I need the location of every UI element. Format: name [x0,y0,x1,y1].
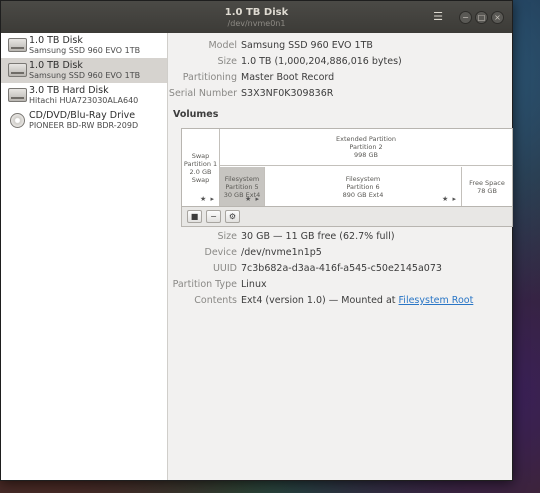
partition-size: 78 GB [477,186,497,195]
partition-size-value: 30 GB — 11 GB free (62.7% full) [241,231,395,242]
serial-value: S3X3NF0K309836R [241,88,334,99]
optical-disc-icon [10,113,25,128]
volume-toolbar: ■ − ⚙ [181,207,513,227]
uuid-row: UUID 7c3b682a-d3aa-416f-a545-c50e2145a07… [169,263,509,276]
partition-number: Partition 6 [346,182,380,191]
partition-size: 998 GB [354,151,378,159]
partition-type: Swap [191,151,210,160]
drive-model: Hitachi HUA723030ALA640 [29,96,139,105]
drive-name: 1.0 TB Disk [29,60,83,71]
volume-map: Swap Partition 1 2.0 GB Swap ★ ▸ Extende… [181,128,513,207]
unmount-stop-button[interactable]: ■ [187,210,202,223]
free-space[interactable]: Free Space 78 GB [462,167,512,206]
partition-type: Filesystem [345,174,381,183]
partition-type-row: Partition Type Linux [169,279,509,292]
drive-name: CD/DVD/Blu-Ray Drive [29,110,136,121]
contents-value: Ext4 (version 1.0) — Mounted at Filesyst… [241,295,473,306]
hamburger-menu-icon[interactable]: ☰ [430,10,446,24]
device-row: Device /dev/nvme1n1p5 [169,247,509,260]
title-bar: 1.0 TB Disk /dev/nvme0n1 ☰ − □ × [1,1,512,33]
drive-item-selected[interactable]: 1.0 TB Disk Samsung SSD 960 EVO 1TB [1,58,167,83]
disk-details: Model Samsung SSD 960 EVO 1TB Size 1.0 T… [169,33,513,480]
drive-item[interactable]: CD/DVD/Blu-Ray Drive PIONEER BD-RW BDR-2… [1,108,167,133]
partitioning-value: Master Boot Record [241,72,335,83]
serial-label: Serial Number [168,88,237,99]
uuid-value: 7c3b682a-d3aa-416f-a545-c50e2145a073 [241,263,442,274]
partition-swap[interactable]: Swap Partition 1 2.0 GB Swap ★ ▸ [182,129,220,206]
partition-6[interactable]: Filesystem Partition 6 890 GB Ext4 ★ ▸ [265,167,462,206]
partition-size-label: Size [217,231,237,242]
model-value: Samsung SSD 960 EVO 1TB [241,40,373,51]
drive-name: 1.0 TB Disk [29,35,83,46]
partition-type-value: Linux [241,279,267,290]
contents-label: Contents [194,295,237,306]
partitioning-row: Partitioning Master Boot Record [169,72,509,85]
disks-window: 1.0 TB Disk /dev/nvme0n1 ☰ − □ × 1.0 TB … [0,0,513,481]
drive-model: Samsung SSD 960 EVO 1TB [29,46,141,55]
drive-icon [8,38,27,52]
device-value: /dev/nvme1n1p5 [241,247,322,258]
partition-number: Partition 2 [349,143,383,151]
drive-model: PIONEER BD-RW BDR-209D [29,121,139,130]
device-label: Device [204,247,238,258]
partition-type: Free Space [469,178,505,187]
partition-type-label: Partition Type [172,279,237,290]
partitioning-label: Partitioning [182,72,237,83]
partition-flags-icon: ★ ▸ [441,195,457,203]
drive-list: 1.0 TB Disk Samsung SSD 960 EVO 1TB 1.0 … [1,33,168,480]
volumes-heading: Volumes [173,109,219,120]
serial-row: Serial Number S3X3NF0K309836R [169,88,509,101]
partition-number: Partition 5 [225,182,259,191]
size-row: Size 1.0 TB (1,000,204,886,016 bytes) [169,56,509,69]
contents-text: Ext4 (version 1.0) — Mounted at [241,295,399,306]
contents-row: Contents Ext4 (version 1.0) — Mounted at… [169,295,509,308]
partition-number: Partition 1 [183,159,218,168]
partition-flags-icon: ★ ▸ [244,195,260,203]
maximize-button[interactable]: □ [475,10,488,24]
size-value: 1.0 TB (1,000,204,886,016 bytes) [241,56,402,67]
partition-type: Extended Partition [335,135,397,143]
partition-5-selected[interactable]: Filesystem Partition 5 30 GB Ext4 ★ ▸ [220,167,265,206]
drive-model: Samsung SSD 960 EVO 1TB [29,71,141,80]
drive-icon [8,88,27,102]
mount-point-link[interactable]: Filesystem Root [399,295,474,306]
delete-partition-button[interactable]: − [206,210,221,223]
drive-item[interactable]: 1.0 TB Disk Samsung SSD 960 EVO 1TB [1,33,167,58]
model-row: Model Samsung SSD 960 EVO 1TB [169,40,509,53]
partition-size: 890 GB Ext4 [342,190,384,199]
partition-flags-icon: ★ ▸ [199,195,215,203]
drive-icon [8,63,27,77]
model-label: Model [208,40,237,51]
gear-icon[interactable]: ⚙ [225,210,240,223]
uuid-label: UUID [212,263,237,274]
size-label: Size [217,56,237,67]
partition-size-row: Size 30 GB — 11 GB free (62.7% full) [169,231,509,244]
minimize-button[interactable]: − [459,10,472,24]
drive-name: 3.0 TB Hard Disk [29,85,109,96]
extended-partition[interactable]: Extended Partition Partition 2 998 GB [220,129,512,166]
partition-size: 2.0 GB Swap [189,167,212,184]
partition-type: Filesystem [224,174,260,183]
close-button[interactable]: × [491,10,504,24]
drive-item[interactable]: 3.0 TB Hard Disk Hitachi HUA723030ALA640 [1,83,167,108]
